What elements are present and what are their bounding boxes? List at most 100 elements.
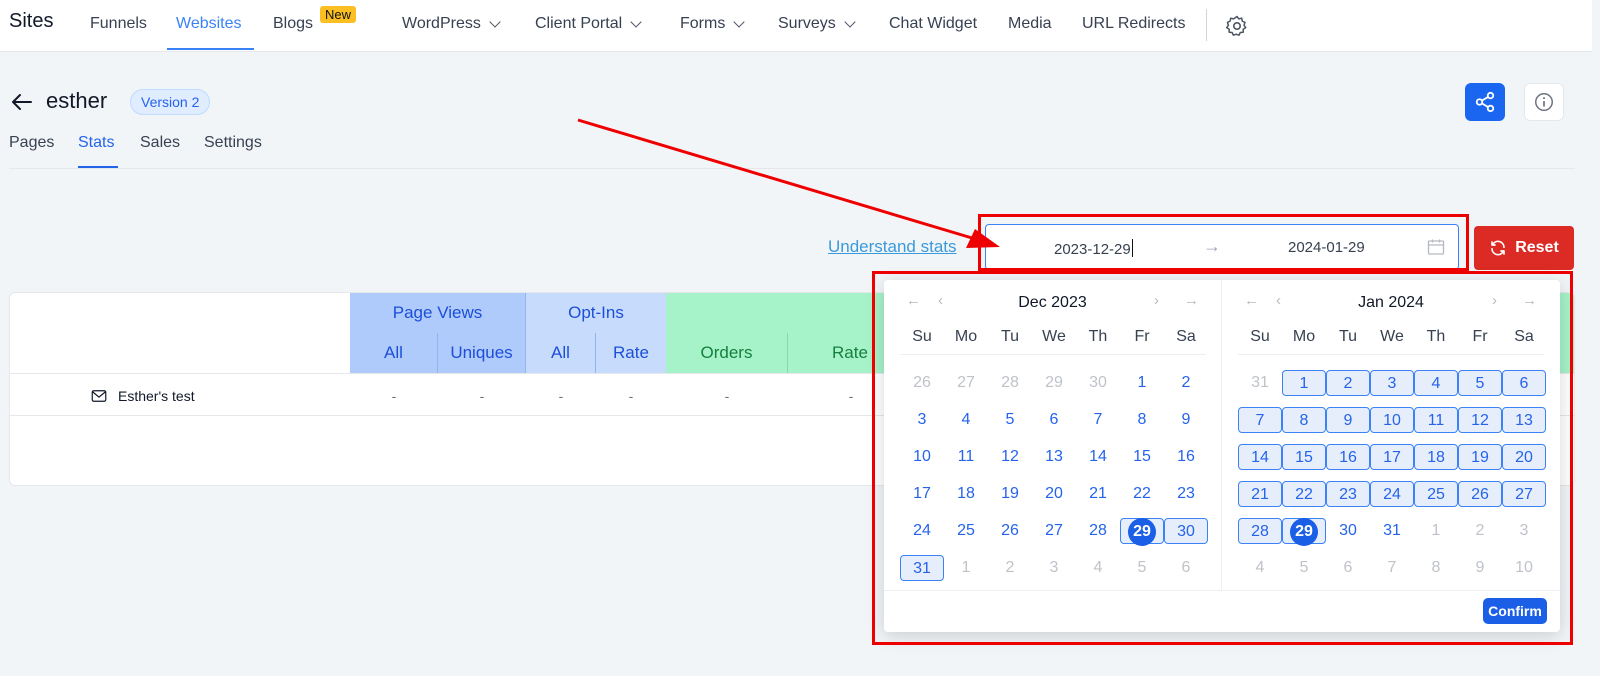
reset-button[interactable]: Reset	[1474, 226, 1574, 270]
calendar-day[interactable]: 7	[1238, 407, 1282, 433]
calendar-day[interactable]: 5	[988, 407, 1032, 433]
calendar-day[interactable]: 23	[1164, 481, 1208, 507]
nav-wordpress[interactable]: WordPress	[402, 15, 501, 33]
col-orders[interactable]: Orders	[666, 333, 788, 373]
nav-funnels[interactable]: Funnels	[90, 15, 147, 33]
tab-sales[interactable]: Sales	[140, 134, 180, 152]
calendar-day[interactable]: 22	[1282, 481, 1326, 507]
calendar-day[interactable]: 18	[1414, 444, 1458, 470]
calendar-day[interactable]: 27	[1502, 481, 1546, 507]
calendar-day[interactable]: 12	[988, 444, 1032, 470]
calendar-day[interactable]: 26	[988, 518, 1032, 544]
calendar-day[interactable]: 6	[1502, 370, 1546, 396]
next-month-icon[interactable]: ›	[1492, 292, 1497, 309]
calendar-day[interactable]: 9	[1164, 407, 1208, 433]
calendar-day[interactable]: 9	[1326, 407, 1370, 433]
calendar-day[interactable]: 28	[1238, 518, 1282, 544]
next-year-icon[interactable]: →	[1522, 292, 1537, 309]
calendar-day[interactable]: 21	[1076, 481, 1120, 507]
back-arrow-icon[interactable]	[10, 90, 34, 114]
nav-forms[interactable]: Forms	[680, 15, 745, 33]
calendar-day[interactable]: 4	[944, 407, 988, 433]
calendar-day[interactable]: 3	[900, 407, 944, 433]
col-views-uniques[interactable]: Uniques	[438, 333, 526, 373]
gear-icon[interactable]	[1225, 14, 1249, 38]
calendar-day[interactable]: 28	[1076, 518, 1120, 544]
calendar-day[interactable]: 11	[944, 444, 988, 470]
calendar-day[interactable]: 14	[1238, 444, 1282, 470]
calendar-day[interactable]: 23	[1326, 481, 1370, 507]
nav-websites[interactable]: Websites	[176, 15, 242, 33]
tab-pages[interactable]: Pages	[9, 134, 54, 152]
next-month-icon[interactable]: ›	[1154, 292, 1159, 309]
calendar-day[interactable]: 10	[900, 444, 944, 470]
calendar-day[interactable]: 25	[944, 518, 988, 544]
start-date-input[interactable]: 2023-12-29	[1054, 239, 1133, 258]
calendar-day[interactable]: 19	[988, 481, 1032, 507]
calendar-day[interactable]: 14	[1076, 444, 1120, 470]
calendar-day[interactable]: 24	[900, 518, 944, 544]
col-optins-all[interactable]: All	[526, 333, 596, 373]
calendar-day[interactable]: 24	[1370, 481, 1414, 507]
calendar-day[interactable]: 10	[1502, 555, 1546, 581]
calendar-day[interactable]: 2	[1458, 518, 1502, 544]
calendar-day[interactable]: 4	[1238, 555, 1282, 581]
calendar-day[interactable]: 1	[1282, 370, 1326, 396]
table-row[interactable]: Esther's test	[90, 387, 195, 405]
calendar-day[interactable]: 6	[1032, 407, 1076, 433]
calendar-title[interactable]: Dec 2023	[884, 294, 1221, 312]
nav-blogs[interactable]: Blogs	[273, 15, 313, 33]
calendar-day[interactable]: 7	[1370, 555, 1414, 581]
calendar-day[interactable]: 1	[944, 555, 988, 581]
calendar-day[interactable]: 18	[944, 481, 988, 507]
nav-client-portal[interactable]: Client Portal	[535, 15, 642, 33]
calendar-day[interactable]: 6	[1164, 555, 1208, 581]
calendar-day[interactable]: 31	[900, 555, 944, 581]
calendar-day[interactable]: 25	[1414, 481, 1458, 507]
calendar-day[interactable]: 22	[1120, 481, 1164, 507]
calendar-day[interactable]: 2	[1164, 370, 1208, 396]
calendar-day-selected[interactable]: 29	[1282, 518, 1326, 546]
calendar-day[interactable]: 26	[900, 370, 944, 396]
calendar-day[interactable]: 9	[1458, 555, 1502, 581]
calendar-day[interactable]: 8	[1414, 555, 1458, 581]
calendar-day[interactable]: 4	[1414, 370, 1458, 396]
col-optins-rate[interactable]: Rate	[596, 333, 666, 373]
calendar-day[interactable]: 30	[1164, 518, 1208, 544]
calendar-day[interactable]: 31	[1370, 518, 1414, 544]
tab-stats[interactable]: Stats	[78, 134, 114, 152]
calendar-day[interactable]: 31	[1238, 370, 1282, 396]
calendar-day[interactable]: 3	[1502, 518, 1546, 544]
calendar-day[interactable]: 5	[1120, 555, 1164, 581]
calendar-day[interactable]: 30	[1326, 518, 1370, 544]
nav-media[interactable]: Media	[1008, 15, 1052, 33]
calendar-day[interactable]: 11	[1414, 407, 1458, 433]
calendar-day[interactable]: 26	[1458, 481, 1502, 507]
next-year-icon[interactable]: →	[1184, 292, 1199, 309]
date-range-picker[interactable]: 2023-12-29 → 2024-01-29	[985, 224, 1459, 270]
calendar-day[interactable]: 10	[1370, 407, 1414, 433]
share-button[interactable]	[1465, 83, 1505, 121]
calendar-day[interactable]: 2	[988, 555, 1032, 581]
calendar-day[interactable]: 3	[1032, 555, 1076, 581]
calendar-day[interactable]: 27	[944, 370, 988, 396]
calendar-day[interactable]: 8	[1120, 407, 1164, 433]
calendar-day[interactable]: 1	[1120, 370, 1164, 396]
calendar-day[interactable]: 5	[1458, 370, 1502, 396]
calendar-day-selected[interactable]: 29	[1120, 518, 1164, 546]
nav-surveys[interactable]: Surveys	[778, 15, 856, 33]
calendar-day[interactable]: 2	[1326, 370, 1370, 396]
calendar-day[interactable]: 4	[1076, 555, 1120, 581]
nav-chat-widget[interactable]: Chat Widget	[889, 15, 977, 33]
col-views-all[interactable]: All	[350, 333, 438, 373]
calendar-title[interactable]: Jan 2024	[1222, 294, 1560, 312]
calendar-day[interactable]: 21	[1238, 481, 1282, 507]
info-button[interactable]	[1524, 83, 1564, 121]
calendar-day[interactable]: 17	[1370, 444, 1414, 470]
understand-stats-link[interactable]: Understand stats	[828, 237, 957, 257]
calendar-day[interactable]: 13	[1502, 407, 1546, 433]
calendar-day[interactable]: 27	[1032, 518, 1076, 544]
calendar-day[interactable]: 13	[1032, 444, 1076, 470]
calendar-day[interactable]: 12	[1458, 407, 1502, 433]
calendar-day[interactable]: 7	[1076, 407, 1120, 433]
